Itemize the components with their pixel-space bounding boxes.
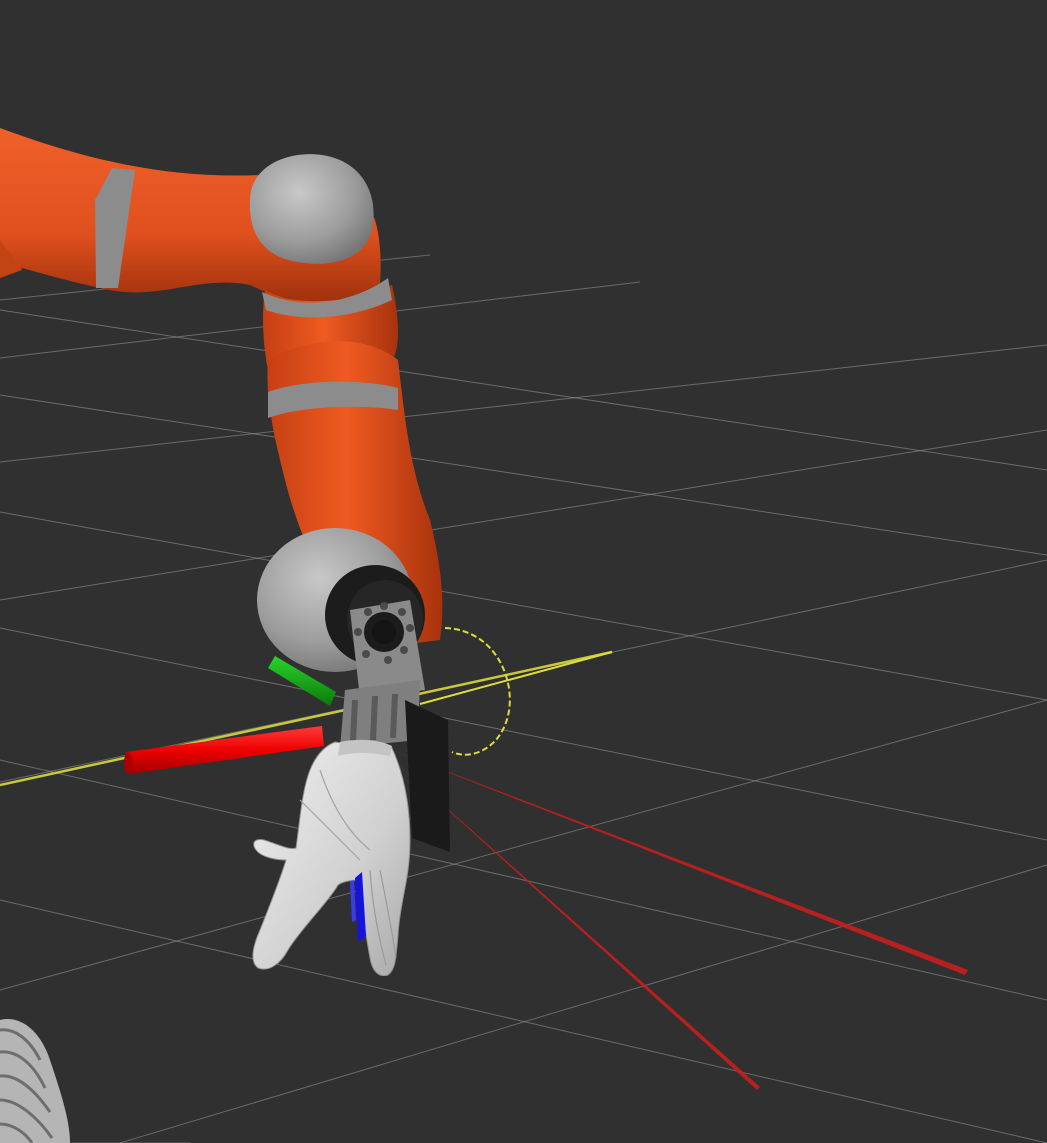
3d-viewport[interactable] xyxy=(0,0,1047,1143)
x-axis-marker xyxy=(124,726,324,774)
scene-canvas[interactable] xyxy=(0,0,1047,1143)
robot-arm[interactable] xyxy=(0,128,443,672)
contact-pad xyxy=(405,700,450,852)
gear-structure xyxy=(0,1019,70,1143)
rotation-axis-line xyxy=(419,651,613,705)
guide-line xyxy=(0,650,613,787)
ground-grid xyxy=(0,254,1047,1143)
sensor-rays xyxy=(384,748,968,1090)
rotation-ring[interactable] xyxy=(444,627,511,756)
elbow-joint[interactable] xyxy=(249,154,374,264)
robot-hand[interactable] xyxy=(252,739,411,977)
